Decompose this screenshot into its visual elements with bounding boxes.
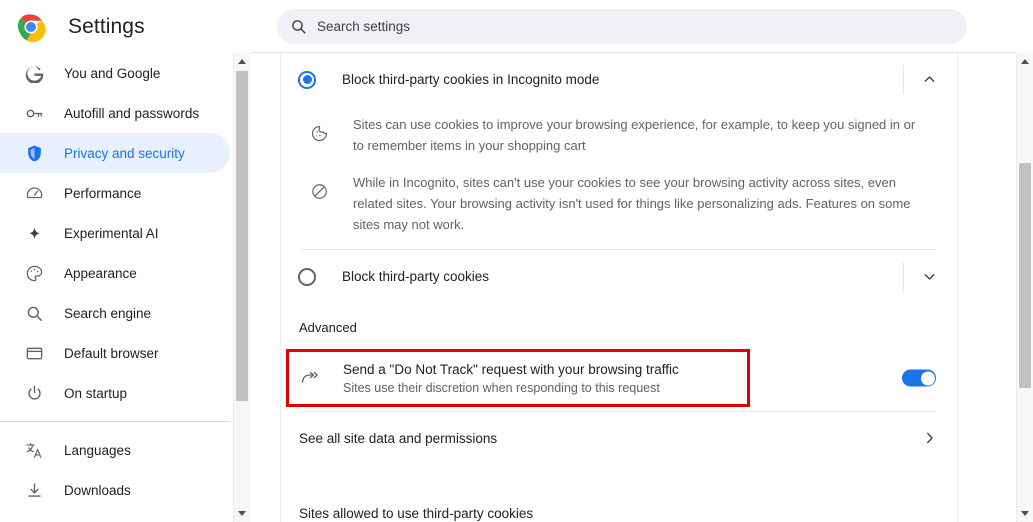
search-input[interactable]	[317, 19, 917, 34]
main-scrollbar-thumb[interactable]	[1019, 163, 1031, 388]
key-icon	[24, 103, 44, 123]
scroll-down-arrow-icon[interactable]	[1017, 505, 1033, 522]
do-not-track-toggle[interactable]	[902, 369, 936, 387]
detail-text: While in Incognito, sites can't use your…	[353, 175, 911, 232]
radio-button-unselected[interactable]	[298, 267, 316, 286]
search-icon	[290, 18, 307, 35]
sidebar-item-label: Search engine	[64, 305, 152, 321]
radio-button-selected[interactable]	[298, 70, 316, 89]
sidebar-scrollbar[interactable]	[233, 53, 250, 522]
send-request-arrow-icon	[299, 367, 321, 389]
top-bar: Settings	[0, 0, 1033, 53]
sidebar-item-label: You and Google	[64, 65, 161, 81]
sidebar-item-appearance[interactable]: Appearance	[0, 253, 230, 293]
sidebar-item-languages[interactable]: Languages	[0, 430, 230, 470]
row-divider	[903, 65, 904, 94]
sidebar-item-on-startup[interactable]: On startup	[0, 373, 230, 413]
translate-icon	[24, 440, 44, 460]
sidebar-item-performance[interactable]: Performance	[0, 173, 230, 213]
sidebar-item-label: Privacy and security	[64, 145, 185, 161]
sidebar-item-label: Autofill and passwords	[64, 105, 200, 121]
sidebar-divider	[0, 421, 230, 422]
scroll-up-arrow-icon[interactable]	[1017, 53, 1033, 70]
sidebar-item-autofill-and-passwords[interactable]: Autofill and passwords	[0, 93, 230, 133]
see-all-site-data-label: See all site data and permissions	[299, 430, 498, 446]
sidebar-item-label: Downloads	[64, 482, 131, 498]
sidebar-item-downloads[interactable]: Downloads	[0, 470, 230, 510]
palette-icon	[24, 263, 44, 283]
allowed-sites-heading-row: Sites allowed to use third-party cookies	[281, 498, 957, 522]
block-icon	[309, 181, 329, 201]
sidebar-item-experimental-ai[interactable]: Experimental AI	[0, 213, 230, 253]
chevron-up-icon[interactable]	[915, 66, 943, 94]
radio-row-block-incognito[interactable]: Block third-party cookies in Incognito m…	[281, 53, 957, 106]
sidebar-item-label: On startup	[64, 385, 128, 401]
advanced-heading: Advanced	[299, 320, 357, 335]
sidebar-item-default-browser[interactable]: Default browser	[0, 333, 230, 373]
sidebar-item-search-engine[interactable]: Search engine	[0, 293, 230, 333]
allowed-sites-heading: Sites allowed to use third-party cookies	[299, 505, 534, 521]
shield-icon	[24, 143, 44, 163]
radio-label: Block third-party cookies	[342, 269, 490, 284]
sidebar-item-label: Default browser	[64, 345, 159, 361]
sidebar-item-label: Appearance	[64, 265, 137, 281]
do-not-track-subtitle: Sites use their discretion when respondi…	[343, 380, 660, 395]
speedometer-icon	[24, 183, 44, 203]
row-divider	[903, 262, 904, 291]
sidebar-item-label: Experimental AI	[64, 225, 159, 241]
sidebar-scrollbar-thumb[interactable]	[236, 71, 248, 401]
scroll-down-arrow-icon[interactable]	[234, 505, 250, 522]
sparkle-icon	[24, 223, 44, 243]
see-all-site-data-row[interactable]: See all site data and permissions	[281, 412, 957, 464]
chrome-logo	[16, 12, 46, 42]
scroll-up-arrow-icon[interactable]	[234, 53, 250, 70]
cookie-icon	[309, 123, 329, 143]
search-icon	[24, 303, 44, 323]
main-scrollbar[interactable]	[1016, 53, 1033, 522]
do-not-track-section: Send a "Do Not Track" request with your …	[281, 345, 957, 411]
detail-row-incognito-privacy: While in Incognito, sites can't use your…	[281, 164, 957, 243]
chevron-down-icon[interactable]	[915, 263, 943, 291]
radio-row-block-all[interactable]: Block third-party cookies	[281, 250, 957, 303]
do-not-track-row[interactable]: Send a "Do Not Track" request with your …	[281, 345, 957, 411]
browser-window-icon	[24, 343, 44, 363]
sidebar-item-you-and-google[interactable]: You and Google	[0, 53, 230, 93]
settings-content: Block third-party cookies in Incognito m…	[251, 53, 1016, 522]
page-title: Settings	[68, 14, 145, 38]
power-icon	[24, 383, 44, 403]
google-g-icon	[24, 63, 44, 83]
search-settings-box[interactable]	[277, 9, 967, 44]
sidebar-item-label: Performance	[64, 185, 142, 201]
cookies-settings-card: Block third-party cookies in Incognito m…	[280, 53, 958, 522]
do-not-track-title: Send a "Do Not Track" request with your …	[343, 361, 679, 377]
detail-text: Sites can use cookies to improve your br…	[353, 117, 916, 153]
sidebar-item-privacy-and-security[interactable]: Privacy and security	[0, 133, 230, 173]
sidebar-nav: You and Google Autofill and passwords Pr…	[0, 53, 233, 522]
chevron-right-icon[interactable]	[921, 430, 938, 447]
radio-label: Block third-party cookies in Incognito m…	[342, 72, 600, 87]
download-icon	[24, 480, 44, 500]
detail-row-cookies-benefit: Sites can use cookies to improve your br…	[281, 106, 957, 164]
sidebar-item-label: Languages	[64, 442, 131, 458]
